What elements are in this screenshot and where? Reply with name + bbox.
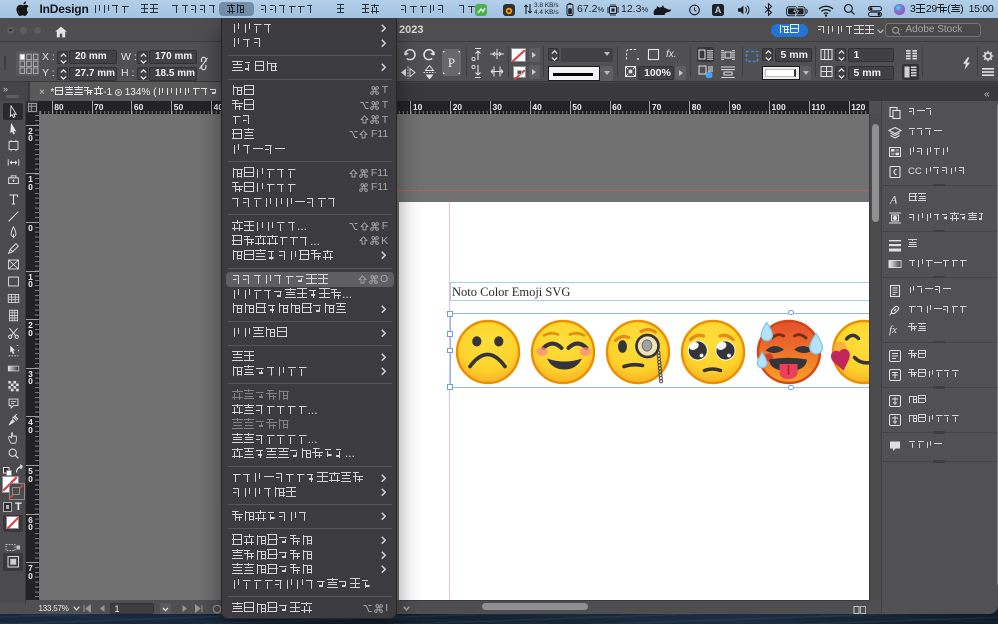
svg-text:fx: fx [889,324,897,336]
svg-text:A: A [889,192,898,206]
